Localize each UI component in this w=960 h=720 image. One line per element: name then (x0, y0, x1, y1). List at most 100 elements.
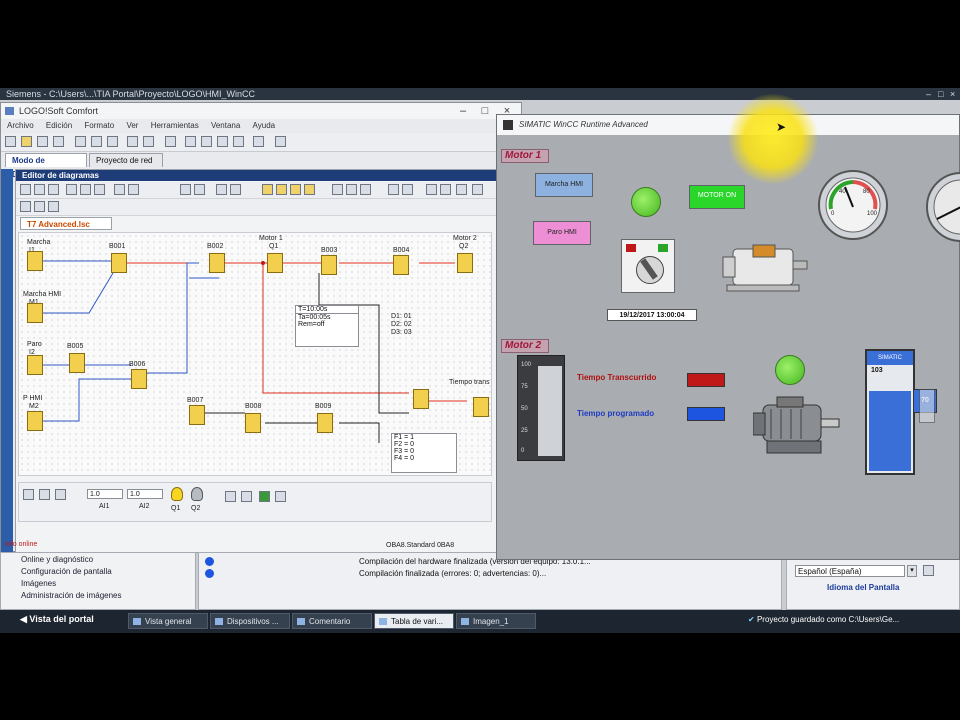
cut-icon[interactable] (75, 136, 86, 147)
minimize-icon[interactable]: – (926, 88, 931, 100)
undo-icon[interactable] (216, 184, 227, 195)
save-icon[interactable] (37, 136, 48, 147)
fit-icon[interactable] (426, 184, 437, 195)
tool-sf-icon[interactable] (48, 201, 59, 212)
select-tool-icon[interactable] (20, 184, 31, 195)
sim-time-icon[interactable] (275, 491, 286, 502)
block-b007[interactable] (189, 405, 205, 425)
cut-connection-icon[interactable] (114, 184, 125, 195)
tree-item[interactable]: Imágenes (21, 579, 56, 588)
window-icon[interactable] (456, 184, 467, 195)
upload-icon[interactable] (185, 136, 196, 147)
open-icon[interactable] (21, 136, 32, 147)
marcha-hmi-button[interactable]: Marcha HMI (535, 173, 593, 197)
block-b005[interactable] (69, 353, 85, 373)
block-b001[interactable] (111, 253, 127, 273)
connect-tool-icon[interactable] (34, 184, 45, 195)
page-icon[interactable] (346, 184, 357, 195)
paro-hmi-button[interactable]: Paro HMI (533, 221, 591, 245)
tiempo-transcurrido-field[interactable] (687, 373, 725, 387)
task-tabla-variables[interactable]: Tabla de vari... (374, 613, 454, 629)
tree-item[interactable]: Administración de imágenes (21, 591, 122, 600)
tool-gf-icon[interactable] (34, 201, 45, 212)
sim-field-2[interactable]: 1.0 (127, 489, 163, 499)
portal-view-button[interactable]: ◀ Vista del portal (20, 614, 94, 625)
tiempo-programado-field[interactable] (687, 407, 725, 421)
online-icon[interactable] (233, 136, 244, 147)
language-select[interactable]: Español (España) (795, 565, 905, 577)
link-icon[interactable] (180, 184, 191, 195)
tree-item[interactable]: Configuración de pantalla (21, 567, 112, 576)
tab-modo-diagrama[interactable]: Modo de Diagrama (5, 153, 87, 179)
output-q2-block[interactable] (457, 253, 473, 273)
menu-ver[interactable]: Ver (126, 121, 138, 130)
motor-on-button[interactable]: MOTOR ON (689, 185, 745, 209)
constants-icon[interactable] (66, 184, 77, 195)
block-b006[interactable] (131, 369, 147, 389)
block-b009[interactable] (317, 413, 333, 433)
input-i1-block[interactable] (27, 251, 43, 271)
print-icon[interactable] (53, 136, 64, 147)
grid-icon[interactable] (332, 184, 343, 195)
zoom-in-icon[interactable] (388, 184, 399, 195)
download-icon[interactable] (201, 136, 212, 147)
language-settings-icon[interactable] (923, 565, 934, 576)
minimize-icon[interactable]: – (453, 103, 473, 119)
menu-archivo[interactable]: Archivo (7, 121, 34, 130)
help-icon[interactable] (253, 136, 264, 147)
input-i2-block[interactable] (27, 355, 43, 375)
sim-display-icon[interactable] (225, 491, 236, 502)
block-b003[interactable] (321, 255, 337, 275)
sim-button-icon[interactable] (39, 489, 50, 500)
flag-m1-block[interactable] (27, 303, 43, 323)
paste-icon[interactable] (107, 136, 118, 147)
block-b004[interactable] (393, 255, 409, 275)
task-dispositivos[interactable]: Dispositivos ... (210, 613, 290, 629)
sim-network-icon[interactable] (259, 491, 270, 502)
align-icon[interactable] (262, 184, 273, 195)
sim-switch-icon[interactable] (23, 489, 34, 500)
menu-ayuda[interactable]: Ayuda (253, 121, 276, 130)
unlink-icon[interactable] (194, 184, 205, 195)
pointer-icon[interactable] (275, 136, 286, 147)
distribute-icon[interactable] (304, 184, 315, 195)
instructions-tree-strip[interactable] (1, 169, 13, 553)
diagram-file-tab[interactable]: T7 Advanced.lsc (20, 217, 112, 230)
sim-text-icon[interactable] (241, 491, 252, 502)
window-tile-icon[interactable] (472, 184, 483, 195)
maximize-icon[interactable]: □ (475, 103, 495, 119)
basic-functions-icon[interactable] (80, 184, 91, 195)
align-left-icon[interactable] (276, 184, 287, 195)
dialog-icon[interactable] (440, 184, 451, 195)
task-imagen[interactable]: Imagen_1 (456, 613, 536, 629)
task-comentario[interactable]: Comentario (292, 613, 372, 629)
tab-proyecto-red[interactable]: Proyecto de red (89, 153, 163, 167)
undo-icon[interactable] (127, 136, 138, 147)
block-timer[interactable] (413, 389, 429, 409)
tree-item[interactable]: Online y diagnóstico (21, 555, 93, 564)
copy-icon[interactable] (91, 136, 102, 147)
align-right-icon[interactable] (290, 184, 301, 195)
chevron-down-icon[interactable]: ▾ (907, 565, 917, 577)
menu-edicion[interactable]: Edición (46, 121, 72, 130)
simulation-icon[interactable] (128, 184, 139, 195)
sim-input-icon[interactable] (55, 489, 66, 500)
new-icon[interactable] (5, 136, 16, 147)
redo-icon[interactable] (143, 136, 154, 147)
diagram-canvas[interactable]: Marcha I1 Marcha HMI M1 Paro I2 P HMI M2… (18, 232, 492, 476)
output-q1-block[interactable] (267, 253, 283, 273)
menu-formato[interactable]: Formato (84, 121, 114, 130)
flag-m2-block[interactable] (27, 411, 43, 431)
delete-icon[interactable] (165, 136, 176, 147)
menu-herramientas[interactable]: Herramientas (151, 121, 199, 130)
zoom-out-icon[interactable] (402, 184, 413, 195)
simulate-icon[interactable] (217, 136, 228, 147)
block-b002[interactable] (209, 253, 225, 273)
tool-co-icon[interactable] (20, 201, 31, 212)
split-icon[interactable] (360, 184, 371, 195)
text-tool-icon[interactable] (48, 184, 59, 195)
info-message[interactable]: Compilación finalizada (errores: 0; adve… (359, 569, 546, 578)
sim-field-1[interactable]: 1.0 (87, 489, 123, 499)
block-b008[interactable] (245, 413, 261, 433)
special-functions-icon[interactable] (94, 184, 105, 195)
